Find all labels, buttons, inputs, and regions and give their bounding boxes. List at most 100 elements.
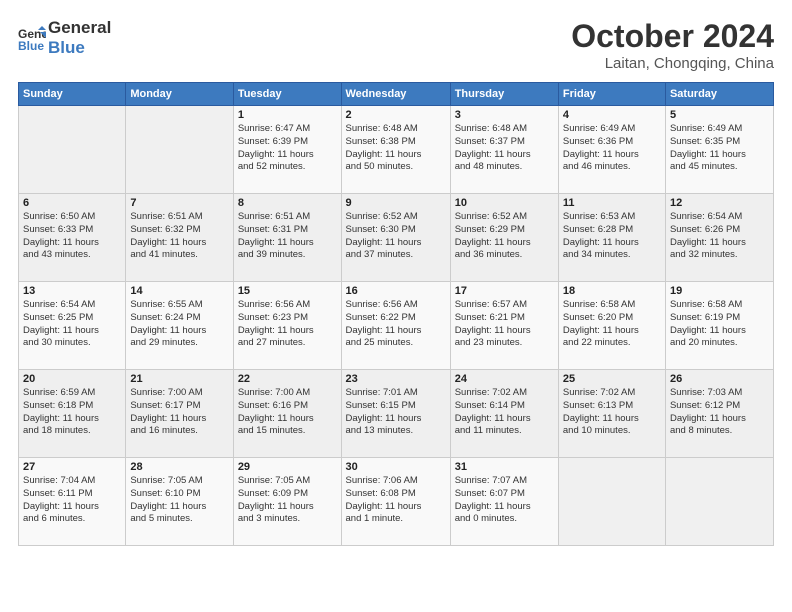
day-cell: 9 Sunrise: 6:52 AM Sunset: 6:30 PM Daylig… [341, 194, 450, 282]
day-cell: 10 Sunrise: 6:52 AM Sunset: 6:29 PM Dayli… [450, 194, 558, 282]
day-info: Sunrise: 6:55 AM Sunset: 6:24 PM Dayligh… [130, 299, 228, 350]
day-number: 24 [455, 373, 554, 385]
day-cell: 5Sunrise: 6:49 AM Sunset: 6:35 PM Daylig… [665, 106, 773, 194]
day-info: Sunrise: 6:51 AM Sunset: 6:31 PM Dayligh… [238, 211, 337, 262]
day-cell: 28Sunrise: 7:05 AM Sunset: 6:10 PM Dayli… [126, 458, 233, 546]
calendar-page: General Blue General Blue October 2024 L… [0, 0, 792, 612]
day-info: Sunrise: 7:05 AM Sunset: 6:10 PM Dayligh… [130, 475, 228, 526]
day-cell: 1 Sunrise: 6:47 AM Sunset: 6:39 PM Daylig… [233, 106, 341, 194]
day-info: Sunrise: 6:58 AM Sunset: 6:20 PM Dayligh… [563, 299, 661, 350]
day-info: Sunrise: 7:00 AM Sunset: 6:16 PM Dayligh… [238, 387, 337, 438]
day-info: Sunrise: 6:47 AM Sunset: 6:39 PM Dayligh… [238, 123, 337, 174]
day-info: Sunrise: 6:54 AM Sunset: 6:25 PM Dayligh… [23, 299, 121, 350]
day-cell [665, 458, 773, 546]
month-title: October 2024 [571, 18, 774, 55]
day-info: Sunrise: 6:52 AM Sunset: 6:29 PM Dayligh… [455, 211, 554, 262]
day-cell [126, 106, 233, 194]
day-cell: 21 Sunrise: 7:00 AM Sunset: 6:17 PM Dayli… [126, 370, 233, 458]
svg-text:Blue: Blue [18, 39, 44, 52]
day-cell: 15Sunrise: 6:56 AM Sunset: 6:23 PM Dayli… [233, 282, 341, 370]
day-number: 10 [455, 197, 554, 209]
day-number: 8 [238, 197, 337, 209]
day-info: Sunrise: 7:03 AM Sunset: 6:12 PM Dayligh… [670, 387, 769, 438]
day-number: 18 [563, 285, 661, 297]
day-cell: 25 Sunrise: 7:02 AM Sunset: 6:13 PM Dayli… [558, 370, 665, 458]
day-info: Sunrise: 7:05 AM Sunset: 6:09 PM Dayligh… [238, 475, 337, 526]
calendar-table: SundayMondayTuesdayWednesdayThursdayFrid… [18, 82, 774, 546]
logo-icon: General Blue [18, 24, 46, 52]
day-cell: 17 Sunrise: 6:57 AM Sunset: 6:21 PM Dayli… [450, 282, 558, 370]
day-cell: 12 Sunrise: 6:54 AM Sunset: 6:26 PM Dayli… [665, 194, 773, 282]
weekday-header-row: SundayMondayTuesdayWednesdayThursdayFrid… [19, 83, 774, 106]
day-info: Sunrise: 6:50 AM Sunset: 6:33 PM Dayligh… [23, 211, 121, 262]
day-cell [558, 458, 665, 546]
day-info: Sunrise: 6:56 AM Sunset: 6:22 PM Dayligh… [346, 299, 446, 350]
logo: General Blue General Blue [18, 18, 111, 57]
day-cell: 14Sunrise: 6:55 AM Sunset: 6:24 PM Dayli… [126, 282, 233, 370]
day-cell: 23 Sunrise: 7:01 AM Sunset: 6:15 PM Dayli… [341, 370, 450, 458]
day-info: Sunrise: 6:58 AM Sunset: 6:19 PM Dayligh… [670, 299, 769, 350]
header: General Blue General Blue October 2024 L… [18, 18, 774, 72]
day-number: 23 [346, 373, 446, 385]
day-info: Sunrise: 6:52 AM Sunset: 6:30 PM Dayligh… [346, 211, 446, 262]
day-number: 19 [670, 285, 769, 297]
day-number: 4 [563, 109, 661, 121]
day-info: Sunrise: 7:00 AM Sunset: 6:17 PM Dayligh… [130, 387, 228, 438]
day-number: 26 [670, 373, 769, 385]
day-number: 20 [23, 373, 121, 385]
day-number: 22 [238, 373, 337, 385]
day-info: Sunrise: 6:48 AM Sunset: 6:37 PM Dayligh… [455, 123, 554, 174]
day-cell: 20 Sunrise: 6:59 AM Sunset: 6:18 PM Dayli… [19, 370, 126, 458]
weekday-tuesday: Tuesday [233, 83, 341, 106]
day-number: 15 [238, 285, 337, 297]
day-number: 30 [346, 461, 446, 473]
day-info: Sunrise: 6:59 AM Sunset: 6:18 PM Dayligh… [23, 387, 121, 438]
day-cell: 18 Sunrise: 6:58 AM Sunset: 6:20 PM Dayli… [558, 282, 665, 370]
day-info: Sunrise: 7:02 AM Sunset: 6:14 PM Dayligh… [455, 387, 554, 438]
day-number: 29 [238, 461, 337, 473]
day-cell: 7Sunrise: 6:51 AM Sunset: 6:32 PM Daylig… [126, 194, 233, 282]
day-info: Sunrise: 7:06 AM Sunset: 6:08 PM Dayligh… [346, 475, 446, 526]
day-cell [19, 106, 126, 194]
day-info: Sunrise: 7:02 AM Sunset: 6:13 PM Dayligh… [563, 387, 661, 438]
day-cell: 6 Sunrise: 6:50 AM Sunset: 6:33 PM Daylig… [19, 194, 126, 282]
day-number: 9 [346, 197, 446, 209]
day-info: Sunrise: 6:57 AM Sunset: 6:21 PM Dayligh… [455, 299, 554, 350]
day-number: 7 [130, 197, 228, 209]
day-cell: 19 Sunrise: 6:58 AM Sunset: 6:19 PM Dayli… [665, 282, 773, 370]
day-number: 1 [238, 109, 337, 121]
day-number: 13 [23, 285, 121, 297]
day-number: 17 [455, 285, 554, 297]
weekday-monday: Monday [126, 83, 233, 106]
day-cell: 26 Sunrise: 7:03 AM Sunset: 6:12 PM Dayli… [665, 370, 773, 458]
day-number: 27 [23, 461, 121, 473]
day-cell: 22 Sunrise: 7:00 AM Sunset: 6:16 PM Dayli… [233, 370, 341, 458]
logo-blue: Blue [48, 38, 111, 58]
location-title: Laitan, Chongqing, China [571, 55, 774, 72]
weekday-sunday: Sunday [19, 83, 126, 106]
day-number: 12 [670, 197, 769, 209]
day-number: 31 [455, 461, 554, 473]
day-cell: 24 Sunrise: 7:02 AM Sunset: 6:14 PM Dayli… [450, 370, 558, 458]
day-cell: 11Sunrise: 6:53 AM Sunset: 6:28 PM Dayli… [558, 194, 665, 282]
day-number: 21 [130, 373, 228, 385]
week-row-4: 20 Sunrise: 6:59 AM Sunset: 6:18 PM Dayli… [19, 370, 774, 458]
day-number: 25 [563, 373, 661, 385]
title-area: October 2024 Laitan, Chongqing, China [571, 18, 774, 72]
day-info: Sunrise: 6:53 AM Sunset: 6:28 PM Dayligh… [563, 211, 661, 262]
day-info: Sunrise: 7:01 AM Sunset: 6:15 PM Dayligh… [346, 387, 446, 438]
week-row-3: 13 Sunrise: 6:54 AM Sunset: 6:25 PM Dayli… [19, 282, 774, 370]
weekday-friday: Friday [558, 83, 665, 106]
day-info: Sunrise: 6:54 AM Sunset: 6:26 PM Dayligh… [670, 211, 769, 262]
week-row-2: 6 Sunrise: 6:50 AM Sunset: 6:33 PM Daylig… [19, 194, 774, 282]
day-info: Sunrise: 7:07 AM Sunset: 6:07 PM Dayligh… [455, 475, 554, 526]
day-number: 6 [23, 197, 121, 209]
day-cell: 13 Sunrise: 6:54 AM Sunset: 6:25 PM Dayli… [19, 282, 126, 370]
day-cell: 8 Sunrise: 6:51 AM Sunset: 6:31 PM Daylig… [233, 194, 341, 282]
day-number: 3 [455, 109, 554, 121]
day-cell: 27Sunrise: 7:04 AM Sunset: 6:11 PM Dayli… [19, 458, 126, 546]
day-info: Sunrise: 6:48 AM Sunset: 6:38 PM Dayligh… [346, 123, 446, 174]
day-cell: 4Sunrise: 6:49 AM Sunset: 6:36 PM Daylig… [558, 106, 665, 194]
logo-general: General [48, 18, 111, 38]
day-cell: 3 Sunrise: 6:48 AM Sunset: 6:37 PM Daylig… [450, 106, 558, 194]
